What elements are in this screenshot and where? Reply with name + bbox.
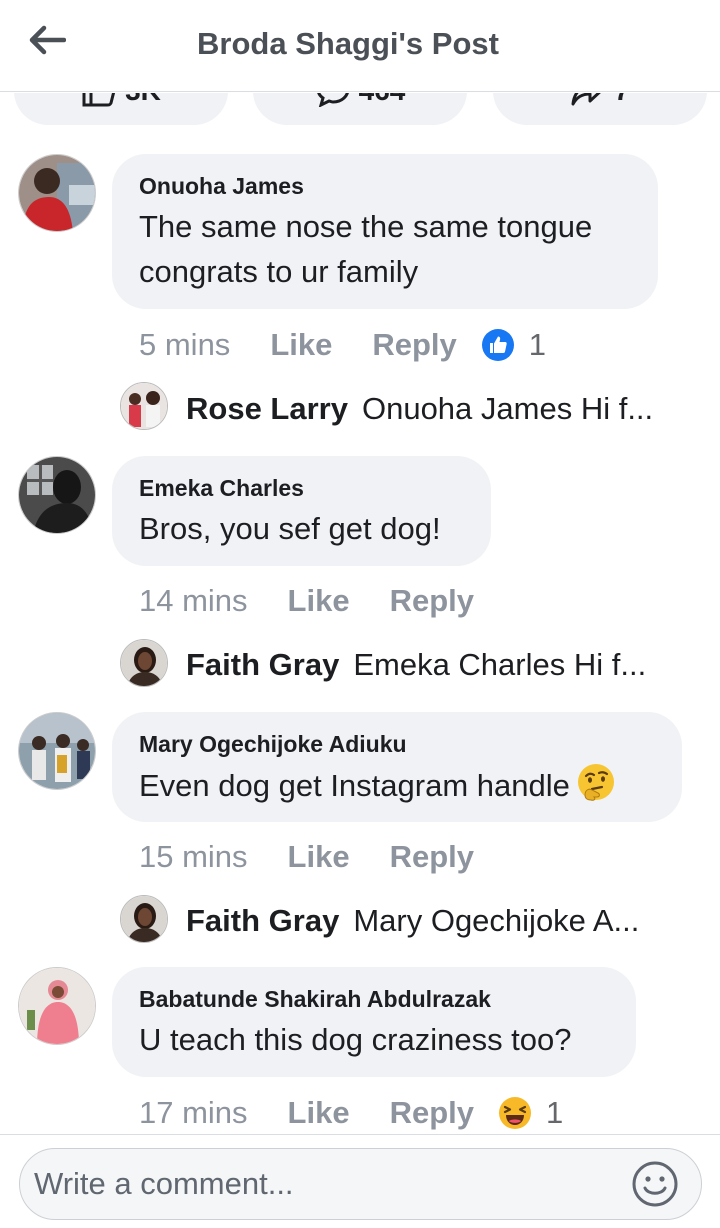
share-count: 7 — [614, 93, 630, 107]
reply-preview[interactable]: Faith Gray Emeka Charles Hi f... — [186, 642, 646, 688]
comment-time[interactable]: 14 mins — [139, 583, 248, 619]
reply-button[interactable]: Reply — [372, 327, 456, 363]
thinking-face-emoji — [576, 762, 616, 814]
comment-text-line: The same nose the same tongue — [139, 209, 593, 244]
avatar[interactable] — [18, 967, 96, 1045]
page-title: Broda Shaggi's Post — [0, 26, 720, 62]
comment-meta: 5 mins Like Reply 1 — [139, 325, 546, 365]
reply-text: Onuoha James Hi f... — [361, 391, 654, 426]
like-count: 3K — [125, 93, 161, 107]
post-actions-bar: 3K 464 7 — [0, 93, 720, 127]
reaction-count: 1 — [528, 327, 547, 362]
profile-photo-icon — [19, 457, 95, 533]
reply-button[interactable]: Reply — [390, 1095, 474, 1131]
comment-input-placeholder: Write a comment... — [34, 1166, 294, 1201]
avatar[interactable] — [18, 154, 96, 232]
reply-avatar[interactable] — [120, 639, 168, 687]
comment-author[interactable]: Emeka Charles — [139, 474, 463, 502]
reaction-summary[interactable]: 1 — [481, 327, 546, 363]
comment-composer: Write a comment... — [0, 1134, 720, 1228]
reply-author[interactable]: Faith Gray — [186, 647, 339, 683]
like-button[interactable]: Like — [270, 327, 332, 363]
comment-count: 464 — [359, 93, 406, 107]
comment-text: Bros, you sef get dog! — [139, 506, 463, 551]
comment-bubble[interactable]: Onuoha James The same nose the same tong… — [112, 154, 658, 309]
comment-icon — [316, 93, 349, 107]
reply-button[interactable]: Reply — [390, 839, 474, 875]
reaction-summary[interactable]: 1 — [498, 1095, 563, 1131]
smiley-icon — [632, 1161, 678, 1207]
comment-author[interactable]: Onuoha James — [139, 172, 630, 200]
comment-meta: 14 mins Like Reply — [139, 581, 474, 621]
comment-text-line: Even dog get Instagram handle — [139, 768, 570, 803]
profile-photo-icon — [121, 896, 167, 942]
comment-text-line: congrats to ur family — [139, 254, 419, 289]
comment-text: U teach this dog craziness too? — [139, 1017, 608, 1062]
profile-photo-icon — [121, 383, 167, 429]
comment-meta: 15 mins Like Reply — [139, 837, 474, 877]
reply-avatar[interactable] — [120, 895, 168, 943]
comment-time[interactable]: 15 mins — [139, 839, 248, 875]
reply-author[interactable]: Faith Gray — [186, 903, 339, 939]
reply-preview[interactable]: Rose Larry Onuoha James Hi f... — [186, 386, 653, 432]
comment-text-line: Bros, you sef get dog! — [139, 511, 441, 546]
top-bar: Broda Shaggi's Post — [0, 0, 720, 92]
comment-author[interactable]: Babatunde Shakirah Abdulrazak — [139, 985, 608, 1013]
comment-text-line: U teach this dog craziness too? — [139, 1022, 572, 1057]
reply-preview[interactable]: Faith Gray Mary Ogechijoke A... — [186, 898, 639, 944]
reply-author[interactable]: Rose Larry — [186, 391, 348, 427]
like-button[interactable]: Like — [288, 583, 350, 619]
like-action-button[interactable]: 3K — [14, 93, 228, 125]
like-button[interactable]: Like — [288, 1095, 350, 1131]
comment-time[interactable]: 5 mins — [139, 327, 230, 363]
comment-bubble[interactable]: Mary Ogechijoke Adiuku Even dog get Inst… — [112, 712, 682, 822]
share-action-button[interactable]: 7 — [493, 93, 707, 125]
share-icon — [571, 93, 602, 106]
profile-photo-icon — [19, 155, 95, 231]
like-thumb-icon — [82, 93, 116, 107]
page-title-text: Broda Shaggi's Post — [197, 26, 499, 61]
comment-time[interactable]: 17 mins — [139, 1095, 248, 1131]
comment-text: Even dog get Instagram handle — [139, 762, 654, 814]
like-reaction-icon — [481, 329, 514, 361]
comment-bubble[interactable]: Emeka Charles Bros, you sef get dog! — [112, 456, 491, 566]
reaction-count: 1 — [546, 1095, 564, 1130]
comment-text: The same nose the same tongue congrats t… — [139, 204, 630, 294]
reply-text: Emeka Charles Hi f... — [353, 647, 647, 682]
reply-avatar[interactable] — [120, 382, 168, 430]
profile-photo-icon — [121, 640, 167, 686]
reply-button[interactable]: Reply — [390, 583, 474, 619]
haha-reaction-icon — [499, 1097, 531, 1129]
emoji-picker-button[interactable] — [631, 1160, 679, 1213]
avatar[interactable] — [18, 712, 96, 790]
comment-author[interactable]: Mary Ogechijoke Adiuku — [139, 730, 654, 758]
avatar[interactable] — [18, 456, 96, 534]
comment-action-button[interactable]: 464 — [253, 93, 467, 125]
reply-text: Mary Ogechijoke A... — [353, 903, 640, 938]
profile-photo-icon — [19, 713, 95, 789]
comment-bubble[interactable]: Babatunde Shakirah Abdulrazak U teach th… — [112, 967, 636, 1077]
profile-photo-icon — [19, 968, 95, 1044]
comment-meta: 17 mins Like Reply 1 — [139, 1093, 563, 1133]
comment-input[interactable]: Write a comment... — [19, 1148, 702, 1220]
like-button[interactable]: Like — [288, 839, 350, 875]
